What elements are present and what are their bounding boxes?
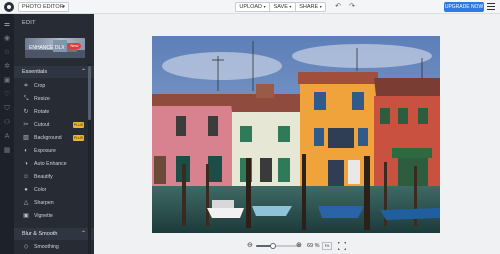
blur-header-label: Blur & Smooth bbox=[22, 231, 58, 237]
resize-icon: ⤡ bbox=[23, 96, 29, 102]
heart-icon[interactable]: ♡ bbox=[3, 91, 11, 99]
tool-label: Rotate bbox=[34, 109, 50, 115]
essentials-header-label: Essentials bbox=[22, 69, 48, 75]
blur-smooth-section-header[interactable]: Blur & Smooth ⌃ bbox=[14, 228, 94, 240]
save-button[interactable]: SAVE ▾ bbox=[270, 2, 296, 12]
tool-rail: ⚌ ◉ ☆ ✲ ▣ ♡ ⛉ ⚇ A ▦ bbox=[0, 14, 14, 254]
star-icon[interactable]: ☆ bbox=[3, 49, 11, 57]
tool-label: Resize bbox=[34, 96, 50, 102]
tool-crop[interactable]: ⌗ Crop bbox=[14, 80, 90, 92]
photo-artwork bbox=[152, 36, 440, 233]
undo-icon[interactable]: ↶ bbox=[333, 2, 343, 12]
edit-panel: EDIT ENHANCE DLX New Essentials ⌃ ⌗ Crop… bbox=[14, 14, 94, 254]
enhance-card-label: ENHANCE DLX bbox=[29, 45, 65, 51]
tool-label: Auto Enhance bbox=[34, 161, 67, 167]
plus-badge: PLUS bbox=[73, 135, 84, 141]
chevron-up-icon: ⌃ bbox=[80, 231, 86, 237]
tool-cutout[interactable]: ✂ Cutout PLUS bbox=[14, 119, 90, 131]
sticker-icon[interactable]: ⚇ bbox=[3, 119, 11, 127]
tool-resize[interactable]: ⤡ Resize bbox=[14, 93, 90, 105]
exposure-icon: ◐ bbox=[24, 148, 28, 154]
chevron-down-icon: ▾ bbox=[289, 4, 292, 9]
frames-icon[interactable]: ▣ bbox=[3, 77, 11, 85]
zoom-value: 69 % bbox=[307, 243, 320, 249]
plus-badge: PLUS bbox=[73, 122, 84, 128]
cutout-icon: ✂ bbox=[23, 122, 29, 128]
panel-title: EDIT bbox=[22, 20, 36, 26]
tool-vignette[interactable]: ▣ Vignette bbox=[14, 210, 90, 222]
essentials-section-header[interactable]: Essentials ⌃ bbox=[14, 66, 94, 78]
tool-label: Sharpen bbox=[34, 200, 54, 206]
chevron-down-icon: ▾ bbox=[62, 4, 65, 10]
color-icon: ● bbox=[24, 187, 28, 193]
app-logo-icon[interactable] bbox=[4, 2, 14, 12]
app-mode-select-label: PHOTO EDITOR bbox=[22, 4, 64, 10]
chevron-up-icon: ⌃ bbox=[80, 69, 86, 75]
auto-enhance-icon: ◑ bbox=[24, 161, 28, 167]
tool-label: Vignette bbox=[34, 213, 53, 219]
chevron-down-icon: ▾ bbox=[263, 4, 266, 9]
fit-button[interactable]: Fit bbox=[322, 242, 332, 250]
new-badge: New bbox=[68, 43, 81, 49]
tool-label: Color bbox=[34, 187, 47, 193]
tool-smoothing[interactable]: ◇ Smoothing bbox=[14, 241, 90, 253]
save-button-label: SAVE bbox=[273, 4, 288, 10]
tool-label: Smoothing bbox=[34, 244, 59, 250]
smoothing-icon: ◇ bbox=[23, 244, 29, 250]
photo-image[interactable] bbox=[152, 36, 440, 233]
edit-sliders-icon[interactable]: ⚌ bbox=[3, 21, 11, 29]
tool-color[interactable]: ● Color bbox=[14, 184, 90, 196]
tool-auto-enhance[interactable]: ◑ Auto Enhance bbox=[14, 158, 90, 170]
sharpen-icon: △ bbox=[23, 200, 29, 206]
tool-label: Beautify bbox=[34, 174, 53, 180]
chevron-down-icon: ▾ bbox=[319, 4, 322, 9]
share-button[interactable]: SHARE ▾ bbox=[296, 2, 326, 12]
gear-icon[interactable]: ✲ bbox=[3, 63, 11, 71]
shield-icon[interactable]: ⛉ bbox=[3, 105, 11, 113]
tool-label: Cutout bbox=[34, 122, 50, 128]
redo-icon[interactable]: ↷ bbox=[347, 2, 357, 12]
texture-icon[interactable]: ▦ bbox=[3, 147, 11, 155]
crop-icon: ⌗ bbox=[24, 83, 28, 89]
zoom-out-icon[interactable]: ⊖ bbox=[247, 242, 253, 250]
tool-rotate[interactable]: ↻ Rotate bbox=[14, 106, 90, 118]
hamburger-menu-icon[interactable] bbox=[487, 3, 495, 11]
upload-button-label: UPLOAD bbox=[239, 4, 263, 10]
enhance-dlx-card[interactable]: ENHANCE DLX New bbox=[25, 38, 85, 58]
beautify-icon: ☺ bbox=[22, 174, 30, 180]
zoom-in-icon[interactable]: ⊕ bbox=[296, 242, 302, 250]
tool-label: Crop bbox=[34, 83, 46, 89]
app-mode-select[interactable]: PHOTO EDITOR ▾ bbox=[18, 2, 69, 12]
effects-icon[interactable]: ◉ bbox=[3, 35, 11, 43]
upload-button[interactable]: UPLOAD ▾ bbox=[235, 2, 270, 12]
tool-sharpen[interactable]: △ Sharpen bbox=[14, 197, 90, 209]
rotate-icon: ↻ bbox=[23, 109, 29, 115]
upgrade-now-button[interactable]: UPGRADE NOW bbox=[444, 2, 484, 12]
tool-beautify[interactable]: ☺ Beautify bbox=[14, 171, 90, 183]
tool-background[interactable]: ▧ Background PLUS bbox=[14, 132, 90, 144]
tool-exposure[interactable]: ◐ Exposure bbox=[14, 145, 90, 157]
text-icon[interactable]: A bbox=[3, 133, 11, 141]
panel-scrollbar-thumb[interactable] bbox=[88, 66, 91, 120]
tool-label: Background bbox=[34, 135, 62, 141]
top-bar: PHOTO EDITOR ▾ UPLOAD ▾ SAVE ▾ SHARE ▾ ↶… bbox=[0, 0, 500, 14]
vignette-icon: ▣ bbox=[23, 213, 29, 219]
tool-label: Exposure bbox=[34, 148, 56, 154]
share-button-label: SHARE bbox=[299, 4, 319, 10]
fullscreen-icon[interactable] bbox=[338, 242, 346, 250]
background-icon: ▧ bbox=[23, 135, 29, 141]
